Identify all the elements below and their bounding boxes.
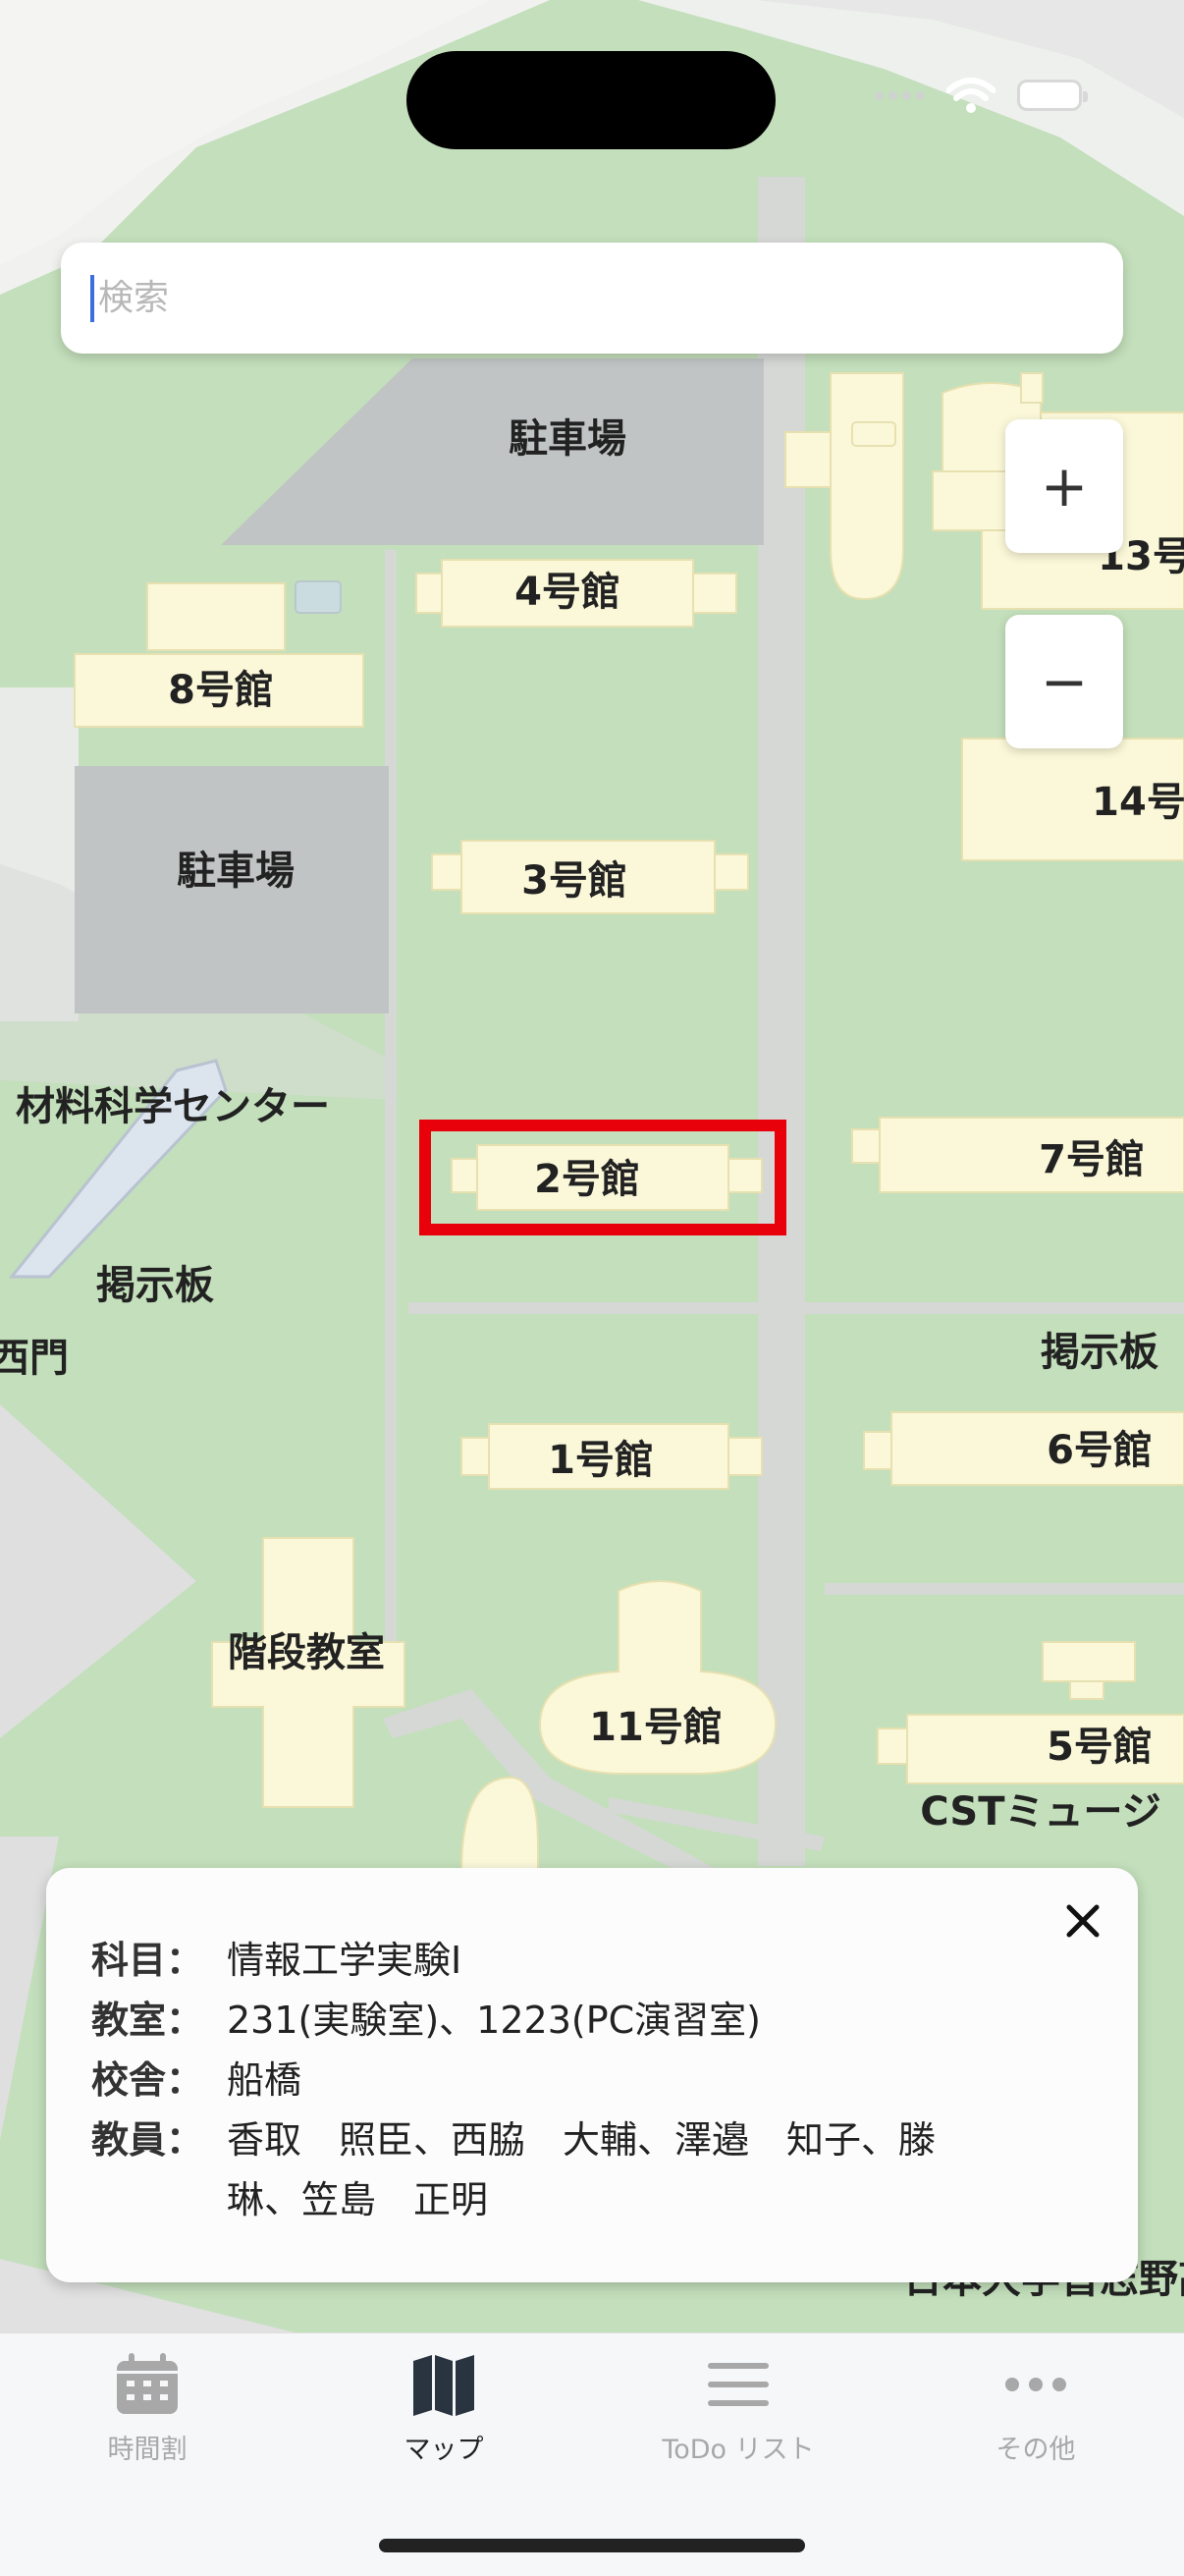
label-bulletin-board-left: 掲示板 — [96, 1263, 214, 1308]
teachers-value: 香取 照臣、西脇 大輔、澤邉 知子、滕 琳、笠島 正明 — [227, 2118, 974, 2221]
class-info-card: 科目： 情報工学実験Ⅰ 教室： 231(実験室)、1223(PC演習室) 校舎：… — [46, 1868, 1138, 2282]
zoom-in-button[interactable]: + — [1005, 419, 1123, 553]
tab-map-label: マップ — [404, 2435, 484, 2465]
label-parking-left: 駐車場 — [177, 849, 295, 894]
label-west-gate: 西門 — [0, 1336, 69, 1381]
label-building-2: 2号館 — [534, 1157, 640, 1202]
tab-timetable[interactable]: 時間割 — [25, 2353, 270, 2466]
label-building-5: 5号館 — [1047, 1725, 1153, 1770]
label-bulletin-board-right: 掲示板 — [1041, 1330, 1158, 1375]
map-icon — [413, 2355, 474, 2416]
tab-more-label: その他 — [996, 2435, 1076, 2465]
status-bar — [875, 77, 1088, 114]
room-value: 231(実験室)、1223(PC演習室) — [227, 1999, 761, 2042]
dynamic-island — [406, 51, 776, 149]
signal-icon — [875, 90, 925, 100]
home-indicator — [379, 2539, 805, 2552]
info-row-campus: 校舎： 船橋 — [91, 2051, 1138, 2110]
ellipsis-icon — [1005, 2378, 1066, 2391]
label-building-14: 14号 — [1092, 780, 1184, 825]
label-materials-science-center: 材料科学センター — [16, 1084, 330, 1129]
label-cst-museum: CSTミュージ — [920, 1789, 1160, 1835]
info-row-teachers: 教員： 香取 照臣、西脇 大輔、澤邉 知子、滕 琳、笠島 正明 — [91, 2110, 1138, 2230]
wifi-icon — [946, 78, 996, 113]
info-row-subject: 科目： 情報工学実験Ⅰ — [91, 1931, 1138, 1991]
label-building-6: 6号館 — [1047, 1428, 1153, 1473]
minus-icon: − — [1040, 648, 1089, 715]
room-label: 教室： — [91, 1999, 204, 2042]
search-bar[interactable] — [61, 243, 1123, 354]
tab-more[interactable]: その他 — [913, 2353, 1158, 2466]
label-building-11: 11号館 — [589, 1705, 723, 1750]
teachers-label: 教員： — [91, 2118, 204, 2162]
label-building-1: 1号館 — [548, 1438, 654, 1483]
battery-icon — [1017, 80, 1088, 111]
calendar-icon — [117, 2353, 178, 2414]
info-row-room: 教室： 231(実験室)、1223(PC演習室) — [91, 1991, 1138, 2051]
tab-timetable-label: 時間割 — [107, 2435, 188, 2465]
tab-todo[interactable]: ToDo リスト — [616, 2353, 861, 2466]
tab-map[interactable]: マップ — [321, 2353, 566, 2466]
campus-label: 校舎： — [91, 2058, 204, 2102]
label-building-4: 4号館 — [514, 570, 620, 615]
campus-value: 船橋 — [227, 2058, 302, 2102]
label-parking-top: 駐車場 — [509, 416, 626, 462]
subject-label: 科目： — [91, 1939, 204, 1982]
label-stair-classroom: 階段教室 — [228, 1630, 385, 1675]
subject-value: 情報工学実験Ⅰ — [227, 1939, 462, 1982]
label-building-8: 8号館 — [168, 668, 274, 713]
label-building-7: 7号館 — [1039, 1137, 1145, 1182]
label-building-3: 3号館 — [521, 858, 627, 904]
zoom-out-button[interactable]: − — [1005, 615, 1123, 748]
search-input[interactable] — [96, 277, 1082, 319]
list-icon — [708, 2363, 769, 2406]
close-icon[interactable] — [1057, 1895, 1108, 1946]
tab-todo-label: ToDo リスト — [662, 2435, 815, 2465]
plus-icon: + — [1040, 453, 1089, 520]
text-cursor — [90, 274, 94, 322]
